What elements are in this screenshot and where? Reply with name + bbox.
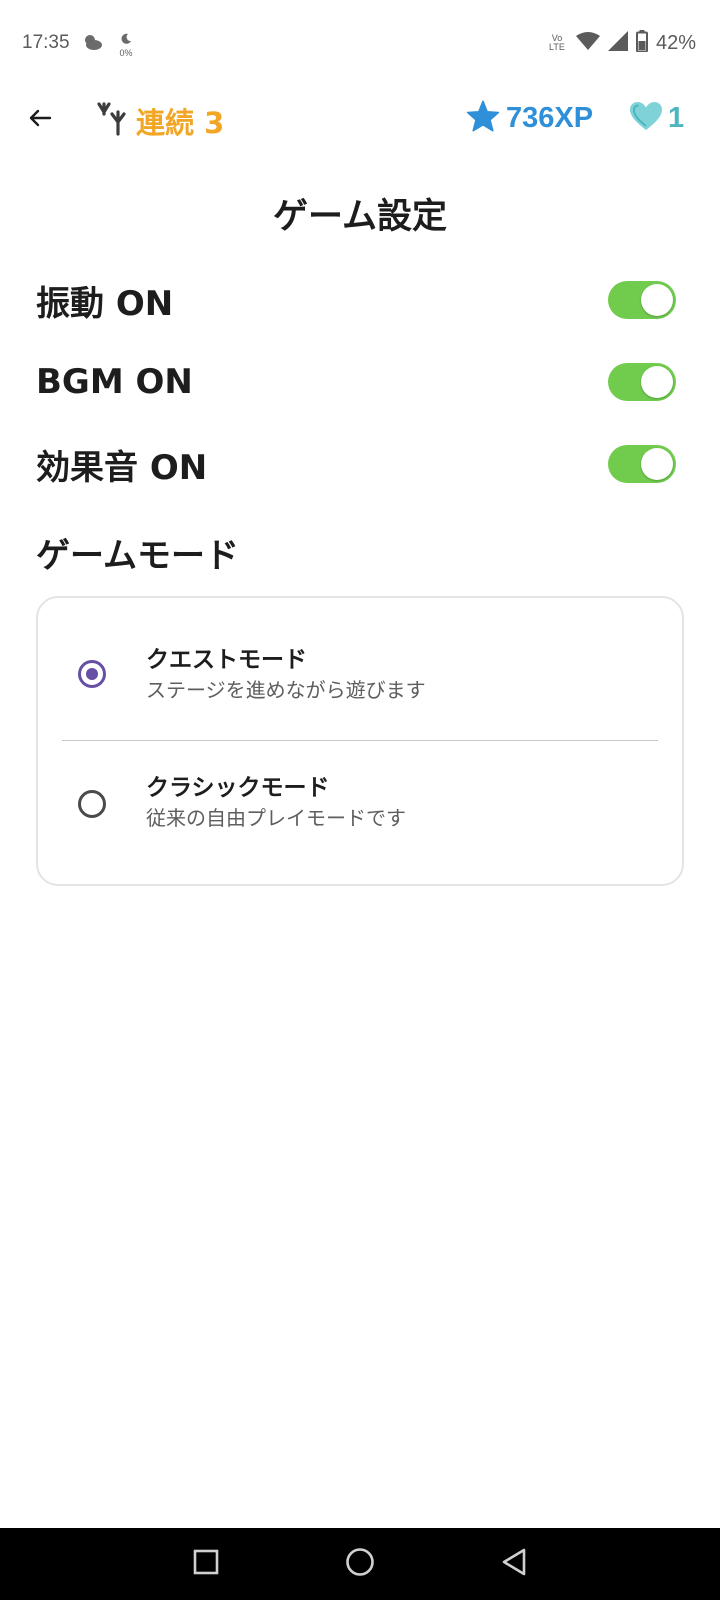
mode-option-quest[interactable]: クエストモード ステージを進めながら遊びます: [38, 602, 682, 732]
status-right-group: Vo LTE 42%: [546, 30, 696, 56]
setting-label: 効果音 ON: [36, 447, 208, 488]
top-app-bar: 連続 3 736XP 1: [0, 88, 720, 152]
arrow-left-icon: [28, 108, 52, 132]
data-saver-text: 0%: [119, 48, 133, 58]
star-icon: [466, 100, 500, 136]
home-button[interactable]: [344, 1548, 376, 1580]
setting-row-sound-effects: 効果音 ON: [36, 436, 676, 492]
cloud-icon: [82, 32, 104, 56]
navigation-bar: [0, 1528, 720, 1600]
mode-description: 従来の自由プレイモードです: [146, 806, 406, 830]
radio-button[interactable]: [78, 790, 106, 818]
vibration-toggle[interactable]: [608, 281, 676, 319]
mode-option-classic[interactable]: クラシックモード 従来の自由プレイモードです: [38, 744, 682, 874]
radio-button-selected[interactable]: [78, 660, 106, 688]
hearts-counter[interactable]: 1: [628, 100, 684, 136]
mode-title: クエストモード: [146, 647, 307, 673]
setting-row-vibration: 振動 ON: [36, 272, 676, 328]
heart-icon: [628, 100, 664, 136]
toggle-knob: [641, 448, 673, 480]
page-title: ゲーム設定: [273, 197, 447, 237]
mode-title: クラシックモード: [146, 775, 330, 801]
recents-button[interactable]: [190, 1548, 222, 1580]
status-time: 17:35: [22, 32, 70, 53]
back-nav-button[interactable]: [498, 1548, 530, 1580]
battery-icon: [635, 30, 648, 56]
sprout-icon: [96, 100, 130, 142]
signal-icon: [607, 31, 628, 55]
status-bar: 17:35 0% Vo LTE 42%: [0, 0, 720, 88]
hearts-label: 1: [668, 101, 685, 134]
toggle-knob: [641, 284, 673, 316]
mode-description: ステージを進めながら遊びます: [146, 678, 426, 702]
streak-label: 連続 3: [136, 106, 225, 140]
setting-row-bgm: BGM ON: [36, 354, 676, 410]
circle-icon: [345, 1547, 375, 1581]
toggle-knob: [641, 366, 673, 398]
setting-label: BGM ON: [36, 362, 193, 402]
battery-percent: 42%: [655, 31, 696, 54]
sound-effects-toggle[interactable]: [608, 445, 676, 483]
back-button[interactable]: [20, 102, 60, 138]
xp-label: 736XP: [506, 101, 594, 134]
streak-counter[interactable]: 連続 3: [96, 100, 224, 142]
volte-icon: Vo LTE: [549, 33, 565, 52]
game-mode-heading: ゲームモード: [36, 536, 239, 576]
triangle-back-icon: [501, 1548, 527, 1580]
xp-counter[interactable]: 736XP: [466, 100, 593, 136]
bgm-toggle[interactable]: [608, 363, 676, 401]
moon-icon: 0%: [116, 30, 136, 58]
mode-divider: [62, 740, 658, 741]
game-mode-card: クエストモード ステージを進めながら遊びます クラシックモード 従来の自由プレイ…: [36, 596, 684, 886]
setting-label: 振動 ON: [36, 283, 174, 324]
wifi-icon: [575, 31, 600, 55]
square-icon: [193, 1549, 219, 1579]
